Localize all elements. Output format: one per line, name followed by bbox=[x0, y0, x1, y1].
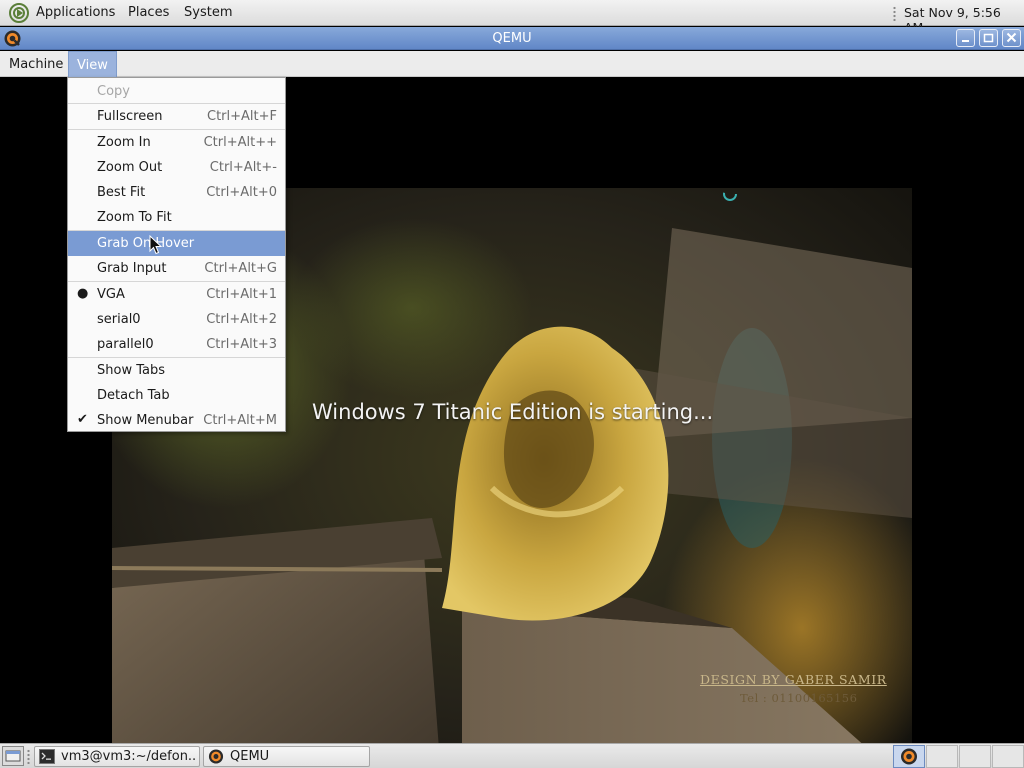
shortcut-label: Ctrl+Alt+- bbox=[209, 160, 277, 175]
menu-item-copy[interactable]: Copy bbox=[68, 79, 285, 104]
task-qemu[interactable]: QEMU bbox=[203, 746, 370, 767]
shortcut-label: Ctrl+Alt+M bbox=[203, 413, 277, 428]
shortcut-label: Ctrl+Alt+F bbox=[207, 109, 277, 124]
task-terminal[interactable]: vm3@vm3:~/defon... bbox=[34, 746, 200, 767]
menu-item-serial0[interactable]: serial0 Ctrl+Alt+2 bbox=[68, 307, 285, 332]
shortcut-label: Ctrl+Alt+2 bbox=[206, 312, 277, 327]
menubar: Machine View bbox=[0, 51, 1024, 77]
wallpaper-credit-designer: DESIGN BY GABER SAMIR bbox=[700, 672, 887, 687]
shortcut-label: Ctrl+Alt+3 bbox=[206, 337, 277, 352]
menu-item-grab-on-hover[interactable]: Grab On Hover bbox=[68, 231, 285, 256]
minimize-button[interactable] bbox=[956, 29, 975, 47]
mouse-pointer-icon bbox=[149, 235, 163, 255]
radio-bullet-icon: ● bbox=[77, 286, 89, 301]
checkmark-icon: ✔ bbox=[77, 412, 88, 427]
menu-item-zoom-out[interactable]: Zoom Out Ctrl+Alt+- bbox=[68, 155, 285, 180]
panel-grip[interactable] bbox=[893, 6, 896, 21]
workspace-1[interactable] bbox=[893, 745, 925, 768]
menu-item-fullscreen[interactable]: Fullscreen Ctrl+Alt+F bbox=[68, 104, 285, 129]
maximize-icon bbox=[983, 33, 994, 43]
minimize-icon bbox=[962, 40, 969, 42]
workspace-3[interactable] bbox=[959, 745, 991, 768]
boot-status-text: Windows 7 Titanic Edition is starting... bbox=[312, 400, 714, 424]
workspace-2[interactable] bbox=[926, 745, 958, 768]
taskbar-grip[interactable] bbox=[27, 749, 30, 764]
close-button[interactable] bbox=[1002, 29, 1021, 47]
shortcut-label: Ctrl+Alt++ bbox=[203, 135, 277, 150]
window-title: QEMU bbox=[492, 31, 532, 46]
bottom-taskbar: vm3@vm3:~/defon... QEMU bbox=[0, 743, 1024, 768]
desktop-icon bbox=[5, 750, 21, 762]
shortcut-label: Ctrl+Alt+G bbox=[204, 261, 277, 276]
shortcut-label: Ctrl+Alt+0 bbox=[206, 185, 277, 200]
applications-menu[interactable]: Applications bbox=[36, 5, 115, 20]
close-icon bbox=[1006, 32, 1017, 43]
menu-item-detach-tab[interactable]: Detach Tab bbox=[68, 383, 285, 408]
view-menu-dropdown: Copy Fullscreen Ctrl+Alt+F Zoom In Ctrl+… bbox=[67, 77, 286, 432]
menu-item-parallel0[interactable]: parallel0 Ctrl+Alt+3 bbox=[68, 332, 285, 357]
qemu-icon bbox=[208, 749, 224, 764]
workspace-4[interactable] bbox=[992, 745, 1024, 768]
show-desktop-button[interactable] bbox=[2, 746, 24, 766]
menu-machine[interactable]: Machine bbox=[1, 51, 71, 77]
terminal-icon bbox=[39, 749, 55, 764]
menu-item-show-tabs[interactable]: Show Tabs bbox=[68, 358, 285, 383]
menu-item-vga[interactable]: ● VGA Ctrl+Alt+1 bbox=[68, 282, 285, 307]
places-menu[interactable]: Places bbox=[128, 5, 169, 20]
menu-view[interactable]: View bbox=[68, 51, 117, 77]
menu-item-zoom-in[interactable]: Zoom In Ctrl+Alt++ bbox=[68, 130, 285, 155]
window-titlebar[interactable]: QEMU bbox=[0, 27, 1024, 50]
menu-item-show-menubar[interactable]: ✔ Show Menubar Ctrl+Alt+M bbox=[68, 408, 285, 433]
menu-item-zoom-to-fit[interactable]: Zoom To Fit bbox=[68, 205, 285, 230]
qemu-icon bbox=[901, 748, 917, 765]
system-menu[interactable]: System bbox=[184, 5, 232, 20]
maximize-button[interactable] bbox=[979, 29, 998, 47]
top-panel: Applications Places System Sat Nov 9, 5:… bbox=[0, 0, 1024, 35]
menu-item-grab-input[interactable]: Grab Input Ctrl+Alt+G bbox=[68, 256, 285, 281]
distro-logo-icon[interactable] bbox=[9, 3, 30, 23]
wallpaper-credit-phone: Tel : 01100165156 bbox=[740, 691, 858, 705]
shortcut-label: Ctrl+Alt+1 bbox=[206, 287, 277, 302]
menu-item-best-fit[interactable]: Best Fit Ctrl+Alt+0 bbox=[68, 180, 285, 205]
